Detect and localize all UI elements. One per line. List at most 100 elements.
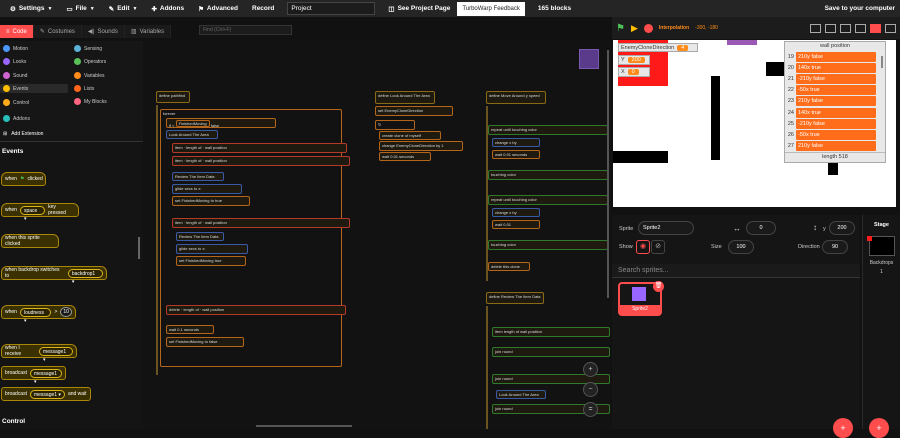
category-control[interactable]: Control [3, 99, 29, 106]
backdrop-dropdown[interactable]: backdrop1 ▾ [67, 268, 103, 285]
if-item-block-3[interactable]: item · length of · wall position [172, 218, 350, 228]
edit-menu[interactable]: ✎ Edit ▼ [102, 0, 145, 17]
define-block-3[interactable]: define Move Around y speed [486, 91, 546, 104]
advanced-menu[interactable]: ⚑ Advanced [191, 0, 245, 17]
define-block-2[interactable]: define Look Around The Area [375, 91, 435, 104]
set-direction-block[interactable]: set EnemyCloneDirection [375, 106, 453, 116]
direction-input[interactable]: 90 [822, 240, 848, 254]
workspace-scrollbar[interactable] [607, 50, 609, 298]
feedback-button[interactable]: TurboWarp Feedback [457, 1, 525, 16]
zoom-in-icon[interactable]: + [583, 362, 598, 377]
review-call-2[interactable]: Review The Item Data [176, 232, 224, 241]
pause-icon[interactable]: ▶ [631, 23, 638, 34]
repeat-until-block-2[interactable]: repeat until touching color [488, 195, 608, 205]
glide-block[interactable]: glide secs to x: [172, 184, 242, 194]
category-looks[interactable]: Looks [3, 58, 26, 65]
list-item[interactable]: 25 -210y false [785, 118, 885, 129]
repeat-block[interactable]: ↻ [375, 120, 415, 130]
block-broadcast[interactable]: broadcast message1 ▾ [1, 366, 66, 385]
code-workspace[interactable]: define pathfind forever if < FinishedMov… [143, 40, 611, 429]
category-events[interactable]: Events [0, 84, 68, 93]
list-item[interactable]: 20 140x true [785, 62, 885, 73]
wait-block-3[interactable]: wait 0.01 seconds [492, 150, 540, 159]
block-when-loudness[interactable]: when loudness ▾ >10 [1, 305, 76, 324]
define-block[interactable]: define pathfind [156, 91, 190, 103]
zoom-reset-icon[interactable]: = [583, 402, 598, 417]
tab-variables[interactable]: ▥ Variables [124, 25, 172, 38]
wait-block-4[interactable]: wait 0.01 [492, 220, 540, 229]
broadcast-wait-dropdown[interactable]: message1 ▾ [29, 389, 65, 399]
block-when-backdrop-switches[interactable]: when backdrop switches to backdrop1 ▾ [1, 266, 107, 285]
addons-menu[interactable]: ✚ Addons [144, 0, 191, 17]
find-input[interactable]: Find (Ctrl+F) [199, 25, 292, 35]
window-icon[interactable] [885, 23, 896, 33]
category-sound[interactable]: Sound [3, 72, 27, 79]
list-item[interactable]: 21 -210y false [785, 73, 885, 84]
set-finished-block-2[interactable]: set FinishedMoving true [176, 256, 246, 266]
define-block-4[interactable]: define Review The Item Data [486, 292, 544, 304]
category-operators[interactable]: Operators [74, 58, 106, 65]
set-finished-block-3[interactable]: set FinishedMoving to false [166, 337, 244, 347]
save-button[interactable]: Save to your computer [818, 0, 900, 17]
sprite-search-input[interactable]: Search sprites... [612, 264, 860, 278]
loudness-input[interactable]: 10 [60, 307, 72, 317]
wait-block-2[interactable]: wait 0.01 seconds [379, 152, 431, 161]
change-direction-block[interactable]: change EnemyCloneDirection by 1 [379, 141, 463, 151]
broadcast-dropdown[interactable]: message1 ▾ [29, 368, 62, 385]
zoom-out-icon[interactable]: − [583, 382, 598, 397]
stage-pane[interactable]: Stage Backdrops 1 [862, 215, 900, 429]
if-item-block[interactable]: item · length of · wall position [172, 143, 347, 153]
list-item[interactable]: 23 210y false [785, 96, 885, 107]
custom-block-call[interactable]: Look Around The Area [166, 130, 218, 139]
palette-scrollbar[interactable] [138, 237, 140, 259]
delete-sprite-icon[interactable]: 🗑 [653, 281, 664, 292]
see-project-page-button[interactable]: ◫ See Project Page [381, 0, 457, 17]
list-item[interactable]: 22 -50x true [785, 85, 885, 96]
sprite-name-input[interactable]: Sprite2 [638, 221, 694, 235]
delete-clone-block[interactable]: delete this clone [488, 262, 530, 271]
x-input[interactable]: 0 [746, 221, 776, 235]
list-item[interactable]: 24 140x true [785, 107, 885, 118]
size-input[interactable]: 100 [728, 240, 754, 254]
list-scrollbar[interactable] [881, 56, 883, 68]
add-backdrop-button[interactable]: + [869, 418, 889, 438]
green-flag-icon[interactable]: ⚑ [616, 23, 625, 34]
category-addons[interactable]: Addons [3, 115, 30, 122]
project-title-input[interactable]: Project [287, 2, 376, 15]
record-menu[interactable]: Record [245, 0, 281, 17]
add-sprite-button[interactable]: + [833, 418, 853, 438]
large-stage-icon[interactable] [840, 23, 851, 33]
stop-icon[interactable] [643, 23, 653, 33]
fullscreen-icon[interactable] [870, 23, 881, 33]
block-when-sprite-clicked[interactable]: when this sprite clicked [1, 234, 59, 248]
y-input[interactable]: 200 [829, 221, 855, 235]
change-x-block-2[interactable]: change x by [492, 208, 540, 217]
if-touching-block-2[interactable]: touching color [488, 240, 608, 250]
delete-block[interactable]: delete · length of · wall position [166, 305, 346, 315]
message-dropdown[interactable]: message1 ▾ [39, 346, 73, 363]
loudness-dropdown[interactable]: loudness ▾ [19, 307, 52, 324]
tab-costumes[interactable]: ✎ Costumes [33, 25, 82, 38]
list-item[interactable]: 27 210y false [785, 141, 885, 152]
item-compare-block[interactable]: item length of wall position [492, 327, 610, 337]
join-block[interactable]: join round [492, 347, 610, 357]
file-menu[interactable]: ▭ File ▼ [59, 0, 101, 17]
glide-block-2[interactable]: glide secs to x: [176, 244, 248, 254]
if-touching-block[interactable]: touching color [488, 170, 608, 180]
wait-block[interactable]: wait 0.1 seconds [166, 325, 214, 334]
show-visible-icon[interactable]: ◉ [636, 240, 650, 254]
tab-sounds[interactable]: ◀) Sounds [81, 25, 125, 38]
workspace-hscrollbar[interactable] [256, 425, 352, 427]
category-lists[interactable]: Lists [74, 85, 94, 92]
list-monitor[interactable]: wall position 19 210y false 20 140x true 21-… [784, 41, 886, 163]
set-finished-block[interactable]: set FinishedMoving to true [172, 196, 250, 206]
review-call[interactable]: Review The Item Data [172, 172, 224, 181]
list-item[interactable]: 26 -50x true [785, 129, 885, 140]
tab-code[interactable]: ≡ Code [0, 25, 34, 38]
create-clone-block[interactable]: create clone of myself [379, 131, 441, 140]
category-variables[interactable]: Variables [74, 72, 104, 79]
normal-stage-icon[interactable] [825, 23, 836, 33]
block-when-flag-clicked[interactable]: when ⚑ clicked [1, 172, 46, 186]
if-block[interactable]: if < FinishedMoving false [166, 118, 276, 128]
category-my-blocks[interactable]: My Blocks [74, 98, 107, 105]
